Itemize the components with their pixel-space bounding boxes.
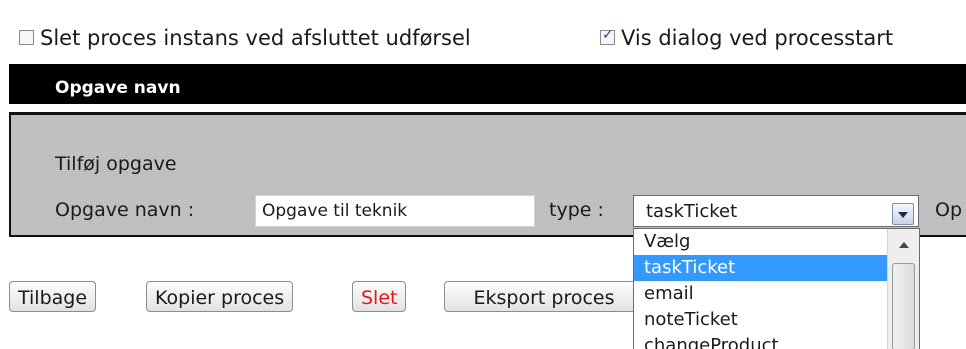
delete-instance-label: Slet proces instans ved afsluttet udførs… — [40, 26, 471, 50]
delete-instance-checkbox[interactable] — [19, 30, 34, 45]
type-dropdown-list[interactable]: Vælg taskTicket email noteTicket changeP… — [633, 228, 920, 349]
type-option-selected[interactable]: taskTicket — [634, 255, 887, 281]
type-select[interactable]: taskTicket — [633, 195, 919, 227]
task-name-input[interactable]: Opgave til teknik — [255, 195, 535, 227]
next-field-label: Op — [935, 199, 963, 221]
copy-process-button[interactable]: Kopier proces — [146, 281, 294, 312]
task-name-label: Opgave navn : — [55, 199, 195, 221]
back-button[interactable]: Tilbage — [9, 281, 97, 312]
show-dialog-checkbox[interactable] — [600, 27, 615, 45]
delete-button[interactable]: Slet — [352, 281, 407, 312]
show-dialog-label: Vis dialog ved processtart — [621, 26, 894, 50]
scroll-up-icon[interactable] — [894, 235, 914, 255]
type-option[interactable]: noteTicket — [634, 307, 887, 333]
type-option[interactable]: Vælg — [634, 229, 887, 255]
chevron-down-icon[interactable] — [892, 203, 914, 225]
scroll-thumb[interactable] — [892, 263, 915, 349]
type-option[interactable]: email — [634, 281, 887, 307]
type-label: type : — [549, 199, 604, 221]
type-option[interactable]: changeProduct — [634, 333, 887, 349]
dropdown-scrollbar[interactable] — [887, 229, 919, 349]
export-process-button[interactable]: Eksport proces — [444, 281, 644, 312]
column-header-task-name: Opgave navn — [55, 78, 181, 98]
divider — [9, 104, 966, 112]
add-task-title: Tilføj opgave — [55, 153, 177, 175]
panel-border — [9, 112, 966, 115]
type-select-value: taskTicket — [646, 201, 738, 222]
